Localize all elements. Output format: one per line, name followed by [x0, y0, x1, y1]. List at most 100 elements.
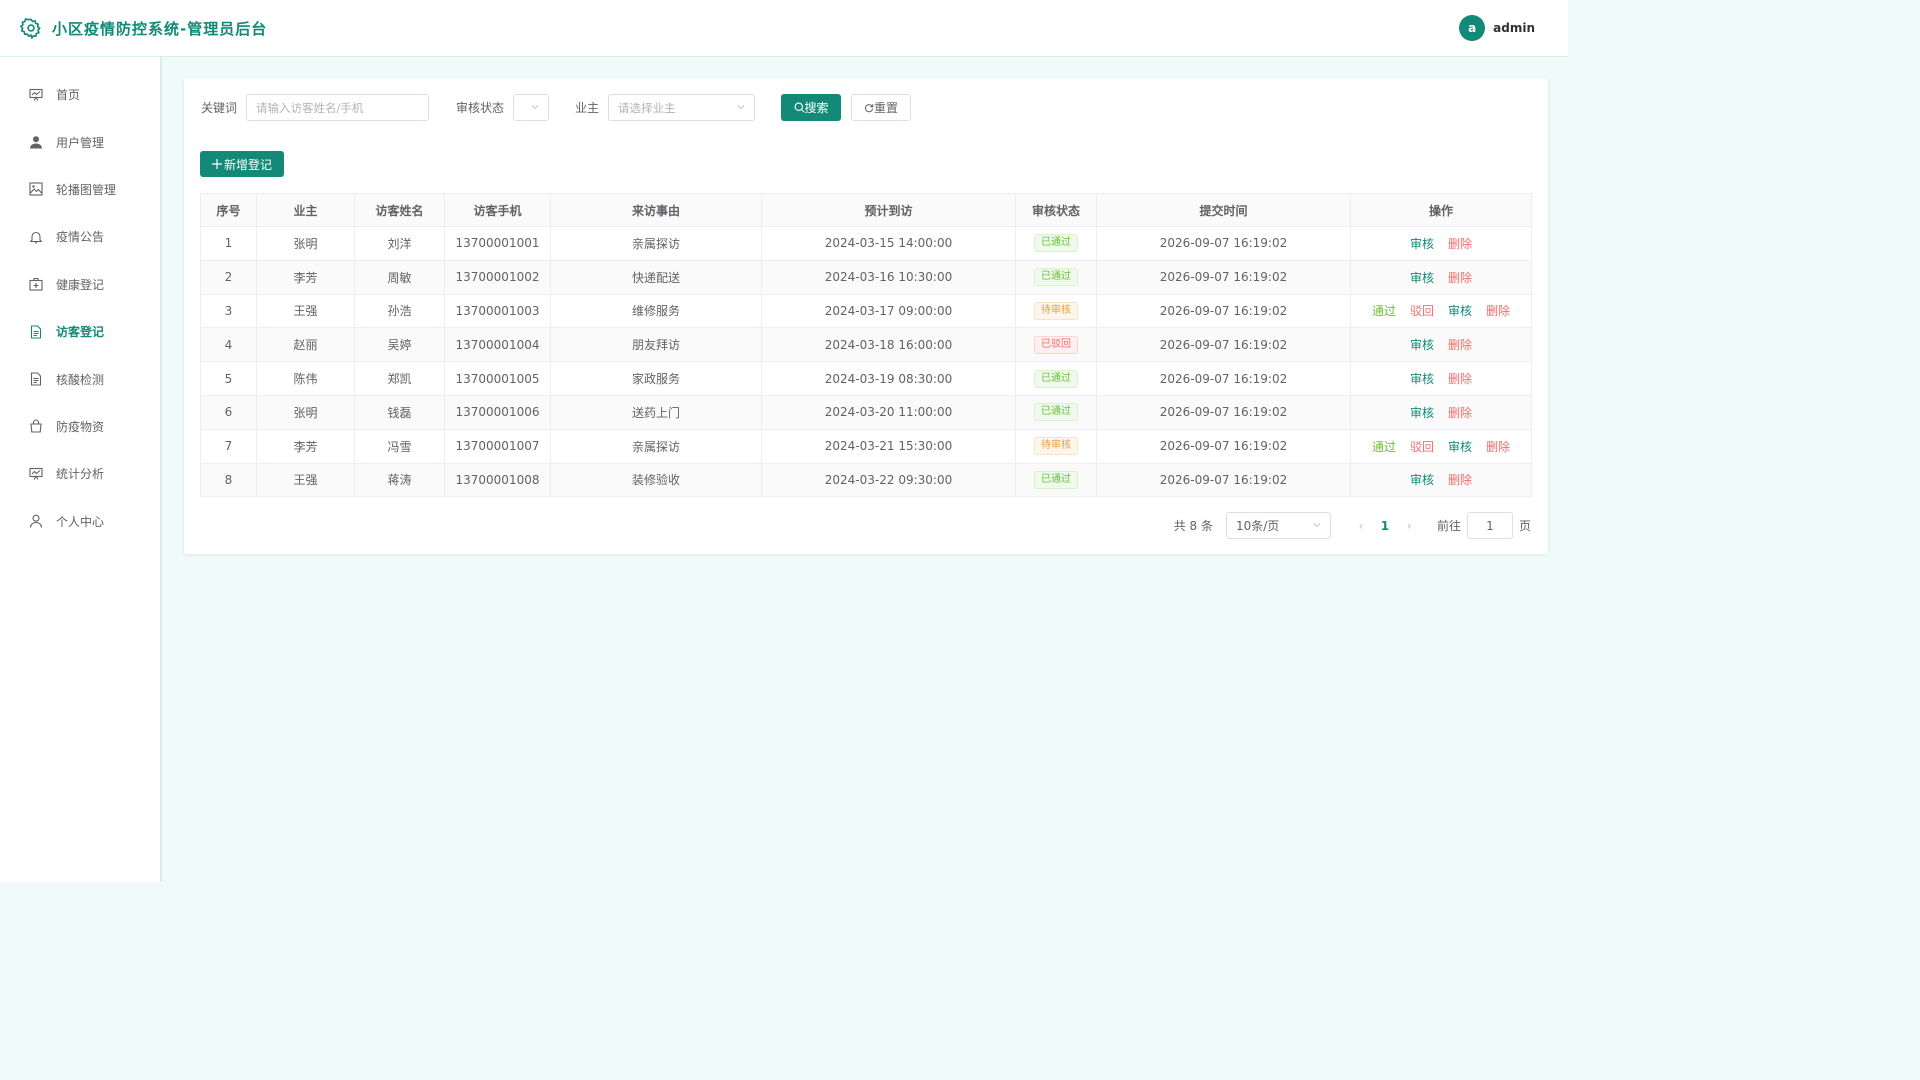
sidebar-item-4[interactable]: 健康登记 — [0, 261, 160, 308]
table-row: 5 陈伟 郑凯 13700001005 家政服务 2024-03-19 08:30:00 已… — [200, 361, 1532, 396]
delete-button[interactable]: 删除 — [1448, 237, 1472, 251]
table-row: 7 李芳 冯雪 13700001007 亲属探访 2024-03-21 15:30:00 待… — [200, 428, 1532, 464]
cell-actions: 通过 驳回 审核 删除 — [1350, 293, 1532, 329]
status-badge: 已通过 — [1034, 234, 1078, 253]
keyword-input[interactable]: 请输入访客姓名/手机 — [246, 94, 430, 121]
cell-owner: 张明 — [256, 226, 355, 261]
bag-icon — [28, 418, 44, 434]
cell-actions: 通过 驳回 审核 删除 — [1350, 428, 1532, 464]
cell-phone: 13700001006 — [444, 394, 551, 430]
cell-actions: 审核 删除 — [1350, 361, 1532, 396]
add-registration-button[interactable]: 新增登记 — [200, 151, 284, 177]
column-header: 预计到访 — [761, 193, 1016, 227]
column-header: 业主 — [256, 193, 355, 227]
approve-button[interactable]: 通过 — [1372, 304, 1396, 318]
cell-actions: 审核 删除 — [1350, 259, 1532, 295]
sidebar-item-label: 统计分析 — [56, 467, 105, 482]
cell-status: 已通过 — [1015, 361, 1097, 396]
sidebar-item-5[interactable]: 访客登记 — [0, 308, 160, 355]
status-badge: 已通过 — [1034, 470, 1078, 489]
delete-button[interactable]: 删除 — [1448, 406, 1472, 420]
sidebar-item-3[interactable]: 疫情公告 — [0, 213, 160, 260]
review-button[interactable]: 审核 — [1410, 473, 1434, 487]
cell-expected: 2024-03-15 14:00:00 — [761, 226, 1016, 261]
cell-submitted: 2026-09-07 16:19:02 — [1096, 394, 1351, 430]
sidebar-item-6[interactable]: 核酸检测 — [0, 355, 160, 402]
delete-button[interactable]: 删除 — [1448, 338, 1472, 352]
app-title: 小区疫情防控系统-管理员后台 — [52, 19, 268, 38]
table-row: 6 张明 钱磊 13700001006 送药上门 2024-03-20 11:00:00 已… — [200, 394, 1532, 430]
reject-button[interactable]: 驳回 — [1410, 440, 1434, 454]
owner-select[interactable]: 请选择业主 — [608, 94, 756, 121]
cell-status: 待审核 — [1015, 293, 1097, 329]
sidebar-item-7[interactable]: 防疫物资 — [0, 403, 160, 450]
search-button[interactable]: 搜索 — [781, 94, 842, 121]
status-label: 审核状态 — [456, 101, 505, 115]
cell-reason: 快递配送 — [550, 259, 762, 295]
cell-reason: 亲属探访 — [550, 226, 762, 261]
current-page[interactable]: 1 — [1371, 519, 1399, 533]
sidebar: 首页用户管理轮播图管理疫情公告 健康登记 访客登记 核酸检测 防疫物资统计分析个人中心 — [0, 57, 162, 882]
sidebar-item-0[interactable]: 首页 — [0, 71, 160, 118]
cell-status: 已驳回 — [1015, 327, 1097, 363]
brand: 小区疫情防控系统-管理员后台 — [20, 17, 267, 39]
user-menu[interactable]: a admin — [1459, 15, 1535, 41]
medical-kit-icon — [28, 276, 44, 292]
review-button[interactable]: 审核 — [1448, 304, 1472, 318]
delete-button[interactable]: 删除 — [1486, 304, 1510, 318]
sidebar-item-2[interactable]: 轮播图管理 — [0, 166, 160, 213]
main-card: 关键词 请输入访客姓名/手机 审核状态 业主 请选择业主 搜索 重置 新增登记 — [184, 78, 1548, 554]
delete-button[interactable]: 删除 — [1448, 372, 1472, 386]
person-icon — [28, 513, 44, 529]
cell-owner: 张明 — [256, 394, 355, 430]
delete-button[interactable]: 删除 — [1448, 473, 1472, 487]
cell-visitor: 钱磊 — [354, 394, 445, 430]
cell-owner: 王强 — [256, 293, 355, 329]
cell-owner: 陈伟 — [256, 361, 355, 396]
page-size-select[interactable]: 10条/页 — [1225, 512, 1331, 539]
column-header: 序号 — [200, 193, 257, 227]
sidebar-item-label: 轮播图管理 — [56, 182, 117, 197]
status-badge: 已通过 — [1034, 403, 1078, 422]
status-badge: 已驳回 — [1034, 335, 1078, 354]
cell-visitor: 郑凯 — [354, 361, 445, 396]
review-button[interactable]: 审核 — [1410, 338, 1434, 352]
reset-button[interactable]: 重置 — [851, 94, 912, 121]
sidebar-item-9[interactable]: 个人中心 — [0, 498, 160, 545]
avatar[interactable]: a — [1459, 15, 1486, 41]
review-button[interactable]: 审核 — [1448, 440, 1472, 454]
cell-actions: 审核 删除 — [1350, 394, 1532, 430]
username[interactable]: admin — [1493, 21, 1535, 35]
sidebar-item-1[interactable]: 用户管理 — [0, 118, 160, 165]
delete-button[interactable]: 删除 — [1486, 440, 1510, 454]
document-icon — [28, 371, 44, 387]
table-row: 1 张明 刘洋 13700001001 亲属探访 2024-03-15 14:00:00 已… — [200, 226, 1532, 261]
next-page-icon[interactable]: › — [1399, 519, 1419, 533]
chevron-down-icon — [531, 105, 539, 110]
cell-owner: 王强 — [256, 462, 355, 498]
review-button[interactable]: 审核 — [1410, 271, 1434, 285]
search-icon — [794, 102, 805, 113]
refresh-icon — [865, 103, 874, 112]
review-button[interactable]: 审核 — [1410, 372, 1434, 386]
delete-button[interactable]: 删除 — [1448, 271, 1472, 285]
cell-status: 已通过 — [1015, 226, 1097, 261]
prev-page-icon[interactable]: ‹ — [1351, 519, 1371, 533]
cell-expected: 2024-03-20 11:00:00 — [761, 394, 1016, 430]
sidebar-item-8[interactable]: 统计分析 — [0, 450, 160, 497]
cell-submitted: 2026-09-07 16:19:02 — [1096, 462, 1351, 498]
sidebar-item-label: 首页 — [56, 88, 81, 103]
review-button[interactable]: 审核 — [1410, 237, 1434, 251]
cell-expected: 2024-03-18 16:00:00 — [761, 327, 1016, 363]
approve-button[interactable]: 通过 — [1372, 440, 1396, 454]
top-header: 小区疫情防控系统-管理员后台 a admin — [0, 0, 1568, 57]
reject-button[interactable]: 驳回 — [1410, 304, 1434, 318]
review-button[interactable]: 审核 — [1410, 406, 1434, 420]
cell-no: 3 — [200, 293, 257, 329]
cell-visitor: 周敏 — [354, 259, 445, 295]
status-select[interactable] — [513, 94, 550, 121]
gear-icon — [20, 18, 41, 39]
goto-label: 前往 — [1436, 519, 1461, 533]
status-badge: 待审核 — [1034, 301, 1078, 320]
goto-page-input[interactable]: 1 — [1466, 512, 1513, 539]
